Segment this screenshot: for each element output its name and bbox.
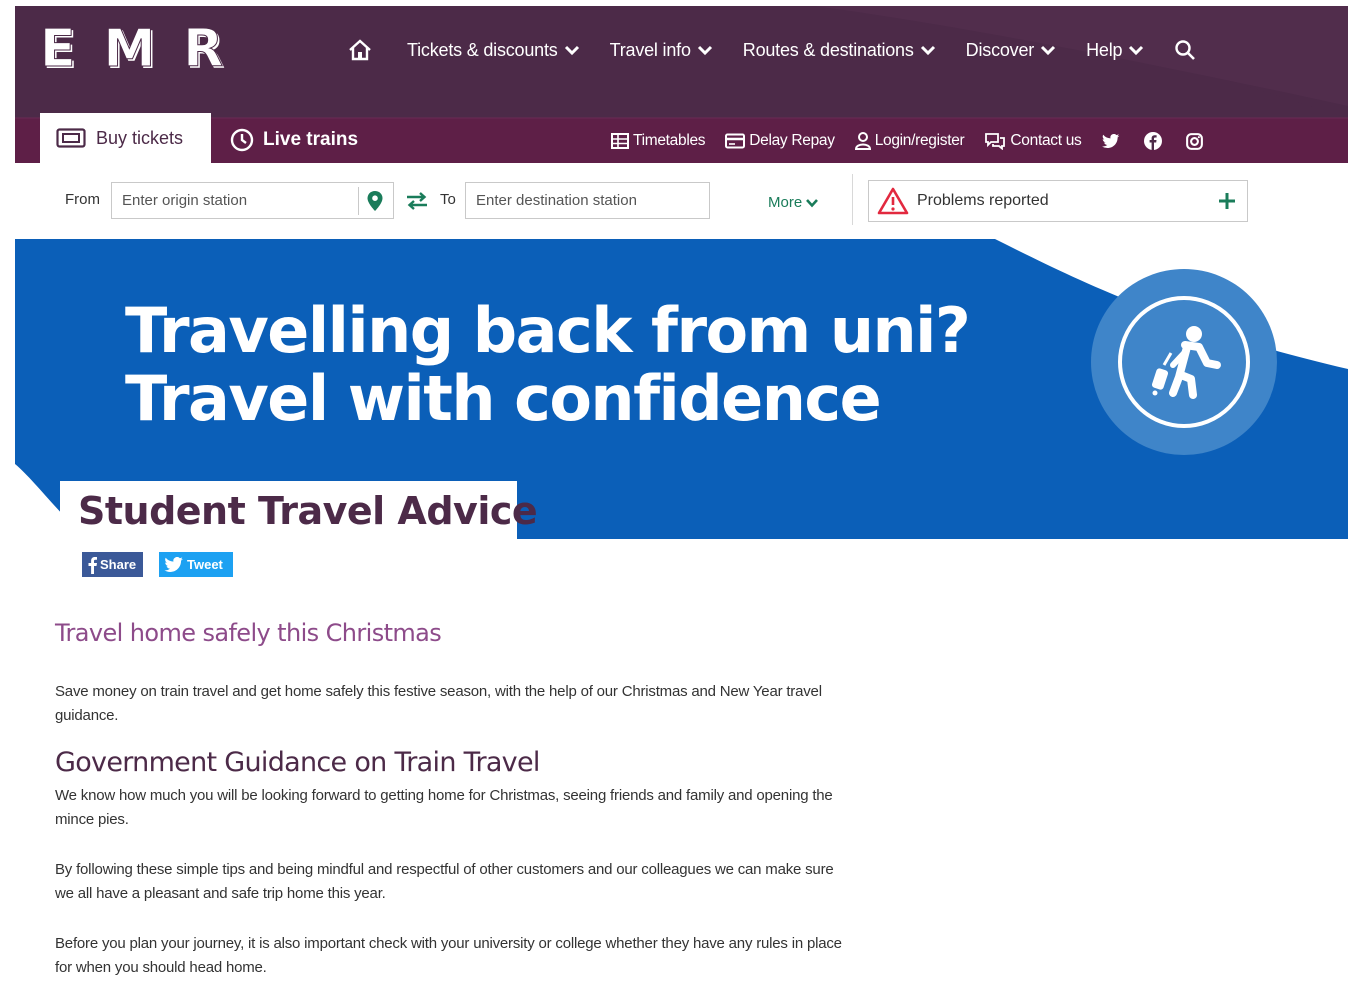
swap-stations-icon[interactable]: [406, 192, 428, 210]
nav-label: Help: [1086, 39, 1123, 60]
to-label: To: [440, 191, 456, 208]
body-paragraph: We know how much you will be looking for…: [55, 787, 833, 828]
tab-label: Live trains: [263, 129, 359, 150]
nav-label: Tickets & discounts: [407, 39, 558, 60]
tab-live-trains[interactable]: Live trains: [230, 128, 358, 152]
nav-help[interactable]: Help: [1086, 40, 1144, 61]
more-options-button[interactable]: More: [768, 194, 819, 211]
facebook-share-button[interactable]: Share: [82, 552, 143, 577]
section-subheading: Travel home safely this Christmas: [55, 619, 442, 647]
chat-icon: [985, 133, 1006, 150]
nav-label: Routes & destinations: [742, 39, 914, 60]
page: E M R Tickets & discounts Travel info Ro…: [0, 0, 1350, 989]
tweet-label: Tweet: [187, 557, 223, 572]
nav-discover[interactable]: Discover: [966, 40, 1056, 61]
body-paragraph: By following these simple tips and being…: [55, 861, 834, 902]
article-content: Travel home safely this Christmas Save m…: [55, 615, 855, 989]
card-icon: [725, 133, 746, 149]
chevron-down-icon: [697, 45, 712, 56]
nav-label: Travel info: [609, 39, 691, 60]
chevron-down-icon: [564, 45, 579, 56]
nav-routes-destinations[interactable]: Routes & destinations: [743, 40, 936, 61]
chevron-down-icon: [1041, 45, 1056, 56]
instagram-icon[interactable]: [1186, 132, 1204, 150]
divider: [852, 174, 853, 225]
clock-icon: [230, 128, 254, 152]
nav-label: Discover: [965, 39, 1035, 60]
destination-station-input[interactable]: Enter destination station: [465, 182, 710, 219]
expand-plus-icon[interactable]: [1217, 189, 1237, 213]
more-label: More: [768, 194, 803, 211]
delay-repay-label: Delay Repay: [749, 132, 835, 149]
ticket-icon: [56, 128, 86, 148]
warning-icon: [877, 187, 909, 215]
problems-reported-panel[interactable]: Problems reported: [868, 180, 1248, 222]
contact-us-link[interactable]: Contact us: [984, 132, 1082, 150]
logo-letter: M: [103, 19, 156, 79]
contact-us-label: Contact us: [1010, 132, 1082, 149]
twitter-bird-icon: [164, 556, 183, 572]
utility-links: Timetables Delay Repay Login/register Co…: [611, 130, 1228, 152]
journey-planner: From Enter origin station To Enter desti…: [40, 163, 1250, 239]
from-label: From: [65, 191, 100, 208]
user-icon: [854, 132, 871, 150]
page-title: Student Travel Advice: [78, 489, 538, 533]
chevron-down-icon: [806, 198, 819, 207]
delay-repay-link[interactable]: Delay Repay: [725, 132, 835, 150]
intro-paragraph: Save money on train travel and get home …: [55, 683, 822, 724]
facebook-f-icon: [88, 556, 97, 574]
origin-station-input[interactable]: Enter origin station: [111, 182, 394, 219]
logo-letter: E: [40, 19, 77, 79]
home-icon[interactable]: [347, 37, 373, 63]
table-icon: [611, 133, 629, 149]
origin-placeholder: Enter origin station: [122, 192, 248, 209]
logo-letter: R: [183, 19, 224, 79]
section-heading: Government Guidance on Train Travel: [55, 747, 540, 778]
nav-travel-info[interactable]: Travel info: [610, 40, 713, 61]
share-label: Share: [100, 557, 137, 572]
traveller-with-luggage-icon: [1091, 269, 1277, 455]
main-navigation: Tickets & discounts Travel info Routes &…: [347, 36, 1196, 64]
location-pin-icon[interactable]: [366, 190, 384, 212]
chevron-down-icon: [1129, 45, 1144, 56]
chevron-down-icon: [920, 45, 935, 56]
timetables-label: Timetables: [633, 132, 706, 149]
hero-heading-line: Travel with confidence: [125, 362, 882, 435]
emr-logo[interactable]: E M R: [40, 19, 224, 79]
body-paragraph: Before you plan your journey, it is also…: [55, 935, 842, 976]
hero-heading: Travelling back from uni? Travel with co…: [125, 294, 971, 435]
twitter-icon[interactable]: [1101, 132, 1120, 150]
search-icon[interactable]: [1174, 39, 1196, 61]
login-register-link[interactable]: Login/register: [854, 132, 965, 150]
tab-label: Buy tickets: [96, 127, 184, 148]
hero-heading-line: Travelling back from uni?: [125, 294, 971, 367]
login-register-label: Login/register: [874, 132, 965, 149]
input-divider: [358, 187, 359, 215]
tab-buy-tickets[interactable]: Buy tickets: [40, 113, 211, 163]
facebook-icon[interactable]: [1143, 132, 1162, 150]
timetables-link[interactable]: Timetables: [611, 132, 706, 150]
nav-tickets-discounts[interactable]: Tickets & discounts: [407, 40, 580, 61]
problems-reported-label: Problems reported: [917, 192, 1049, 209]
destination-placeholder: Enter destination station: [476, 192, 637, 209]
twitter-tweet-button[interactable]: Tweet: [159, 552, 233, 577]
